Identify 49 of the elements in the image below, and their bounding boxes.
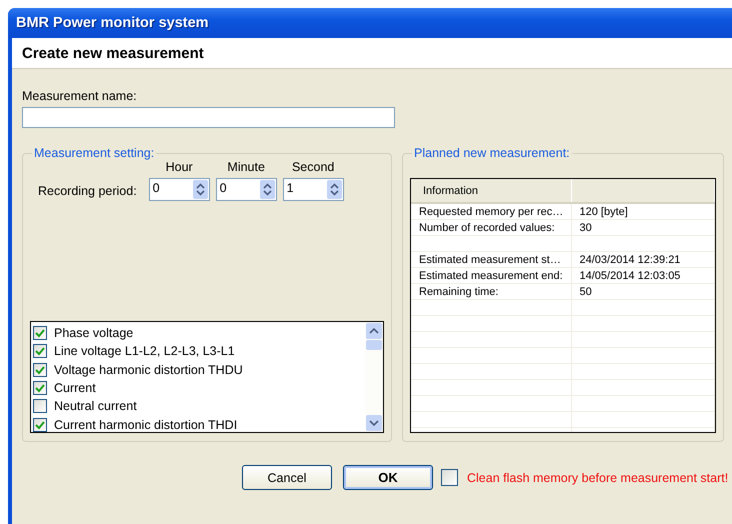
spinner-label: Hour	[166, 160, 193, 174]
check-icon	[35, 420, 45, 430]
list-item[interactable]: Current	[54, 381, 96, 396]
table-cell: Requested memory per rec…	[411, 203, 571, 220]
check-icon	[35, 328, 45, 338]
scrollbar[interactable]	[365, 322, 383, 432]
table-cell: Number of recorded values:	[411, 220, 571, 236]
check-icon	[35, 383, 45, 394]
group-title: Planned new measurement:	[413, 146, 571, 160]
checkbox[interactable]	[33, 326, 47, 340]
table-cell: 14/05/2014 12:03:05	[571, 268, 714, 284]
column-header[interactable]: Information	[411, 179, 571, 203]
checkbox[interactable]	[33, 344, 47, 358]
table-cell: Remaining time:	[411, 284, 571, 300]
dialog-heading: Create new measurement	[22, 44, 204, 62]
check-icon	[35, 346, 45, 356]
list-item[interactable]: Phase voltage	[54, 326, 134, 340]
window-title: BMR Power monitor system	[16, 15, 209, 31]
table-cell: 24/03/2014 12:39:21	[571, 252, 714, 268]
checkbox[interactable]	[441, 469, 458, 486]
spinner-label: Minute	[227, 160, 265, 174]
spin-arrows-icon[interactable]	[192, 180, 208, 199]
list-item[interactable]: Current harmonic distortion THDI	[54, 418, 238, 432]
checkbox[interactable]	[33, 362, 47, 377]
ok-button[interactable]: OK	[343, 465, 433, 490]
spin-arrows-icon[interactable]	[326, 180, 342, 199]
spinner-field[interactable]: 0	[216, 178, 277, 201]
checkbox-label: Clean flash memory before measurement start!	[467, 470, 728, 484]
list-item[interactable]: Neutral current	[54, 399, 137, 414]
spinner-field[interactable]: 0	[148, 178, 210, 201]
field-label: Recording period:	[38, 184, 137, 198]
table-cell: 50	[571, 284, 714, 300]
spinner-field[interactable]: 1	[282, 178, 344, 201]
spin-arrows-icon[interactable]	[260, 180, 275, 199]
spinner-label: Second	[292, 160, 334, 174]
field-label: Measurement name:	[22, 89, 138, 103]
table-cell: 30	[571, 220, 714, 236]
table-cell: 120 [byte]	[571, 203, 714, 220]
check-icon	[35, 364, 45, 375]
table-cell: Estimated measurement end:	[411, 268, 571, 284]
cancel-button[interactable]: Cancel	[242, 465, 332, 490]
table-cell: Estimated measurement st…	[411, 252, 571, 268]
group-title: Measurement setting:	[33, 146, 156, 160]
name-input[interactable]	[22, 107, 395, 128]
list-item[interactable]: Voltage harmonic distortion THDU	[54, 362, 243, 377]
checkbox[interactable]	[33, 418, 47, 432]
checkbox[interactable]	[33, 381, 47, 396]
list-item[interactable]: Line voltage L1-L2, L2-L3, L3-L1	[54, 344, 235, 358]
checkbox[interactable]	[33, 399, 47, 414]
